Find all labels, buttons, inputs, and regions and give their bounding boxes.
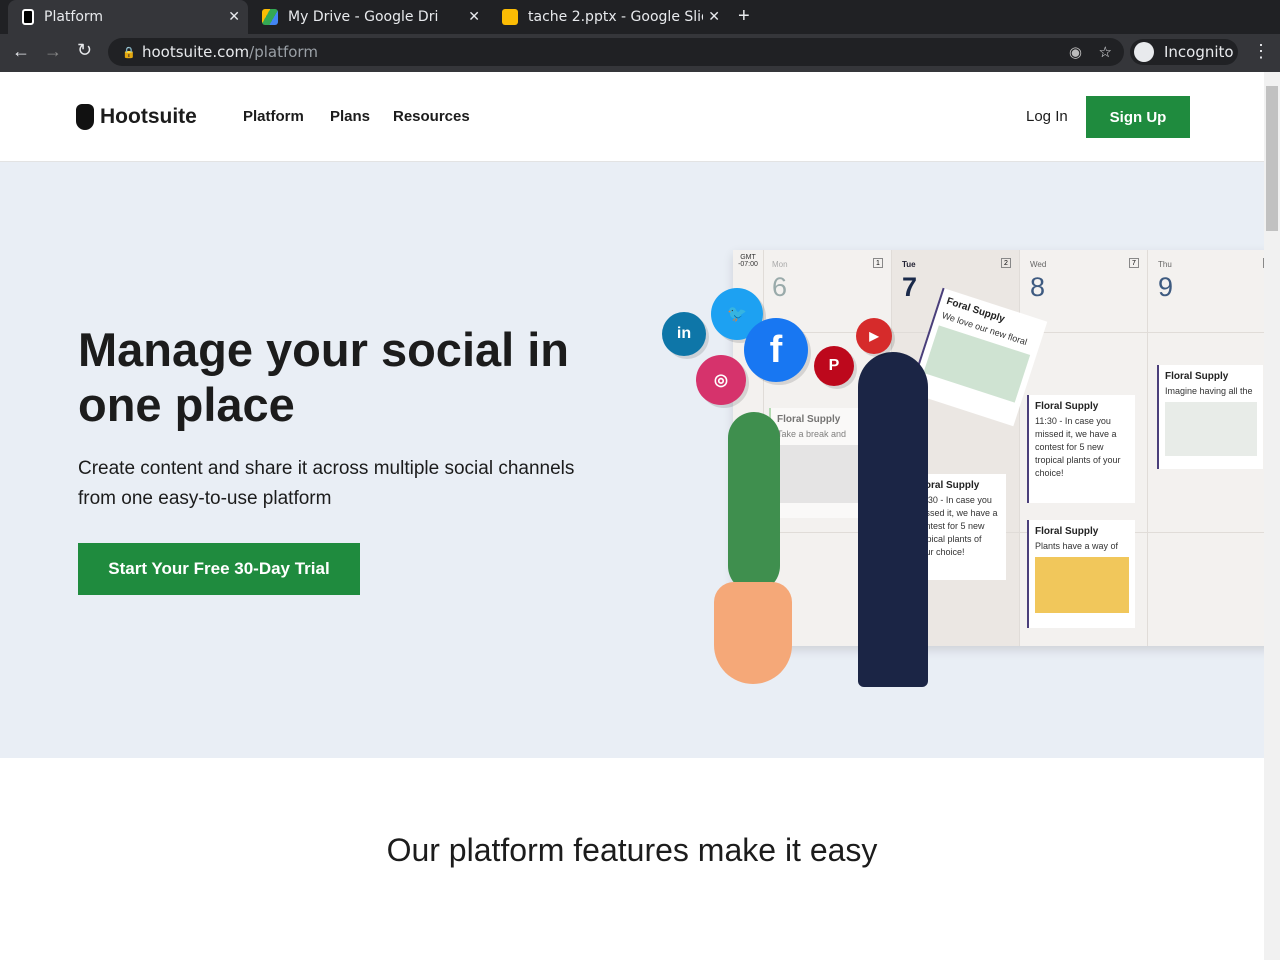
day-number: 9 (1158, 272, 1174, 302)
tab-google-slides[interactable]: tache 2.pptx - Google Slides ✕ (488, 0, 728, 34)
post-text: Take a break and (777, 429, 847, 439)
nav-plans[interactable]: Plans (330, 108, 370, 125)
bookmark-star-icon[interactable]: ☆ (1099, 43, 1112, 61)
post-card: Floral Supply Imagine having all the (1157, 365, 1263, 469)
hero-subtitle: Create content and share it across multi… (78, 458, 575, 509)
post-account: Floral Supply (1165, 371, 1229, 382)
instagram-icon: ◎ (696, 355, 746, 405)
close-tab-icon[interactable]: ✕ (708, 9, 720, 25)
url-path: /platform (249, 43, 318, 61)
nav-resources[interactable]: Resources (393, 108, 470, 125)
tab-title: My Drive - Google Drive (288, 9, 438, 25)
pinterest-icon: P (814, 346, 854, 386)
post-card: Floral Supply Plants have a way of (1027, 520, 1135, 628)
toolbar: ← → ↻ 🔒 hootsuite.com/platform ◉ ☆ Incognit… (0, 34, 1280, 72)
plant-illustration (728, 412, 780, 592)
post-text: 11:30 - In case you missed it, we have a… (1035, 416, 1121, 478)
day-name: Thu (1158, 260, 1172, 269)
nav-platform[interactable]: Platform (243, 108, 304, 125)
linkedin-icon: in (662, 312, 706, 356)
new-tab-icon[interactable]: + (738, 5, 750, 28)
free-trial-button[interactable]: Start Your Free 30-Day Trial (78, 543, 360, 595)
tab-title: tache 2.pptx - Google Slides (528, 9, 703, 25)
post-account: Floral Supply (1035, 526, 1099, 537)
scrollbar-thumb[interactable] (1266, 86, 1278, 231)
hero-section: Manage your social in one place Create c… (0, 162, 1264, 758)
owl-icon (76, 104, 94, 130)
facebook-icon: f (744, 318, 808, 382)
tab-google-drive[interactable]: My Drive - Google Drive ✕ (248, 0, 488, 34)
tab-platform[interactable]: Platform ✕ (8, 0, 248, 34)
site-header: Hootsuite Platform Plans Resources Log I… (0, 72, 1264, 162)
menu-kebab-icon[interactable]: ⋮ (1252, 41, 1270, 62)
lock-icon: 🔒 (122, 45, 136, 59)
day-name: Wed (1030, 260, 1047, 269)
day-name: Mon (772, 260, 788, 269)
forward-icon[interactable]: → (44, 41, 62, 62)
post-card: Floral Supply 11:30 - In case you missed … (1027, 395, 1135, 503)
close-tab-icon[interactable]: ✕ (468, 9, 480, 25)
profile-label: Incognito (1164, 43, 1234, 61)
post-account: Floral Supply (1035, 401, 1099, 412)
slides-favicon-icon (502, 9, 518, 25)
calendar-illustration: GMT -07:00 Mon61 Tue72 Wed87 Thu92 Flora… (733, 250, 1264, 646)
person-illustration (858, 352, 928, 687)
vase-illustration (714, 582, 792, 684)
post-text: Imagine having all the (1165, 386, 1253, 396)
tab-bar: Platform ✕ My Drive - Google Drive ✕ tache… (0, 0, 1280, 34)
incognito-icon (1134, 42, 1154, 62)
day-number: 6 (772, 272, 788, 302)
timezone-label: GMT -07:00 (738, 254, 758, 268)
login-link[interactable]: Log In (1026, 108, 1068, 125)
post-account: Floral Supply (916, 480, 980, 491)
tracking-blocked-icon[interactable]: ◉ (1069, 43, 1082, 61)
incognito-profile[interactable]: Incognito (1130, 39, 1238, 65)
day-name: Tue (902, 260, 916, 269)
reload-icon[interactable]: ↻ (77, 40, 92, 61)
hootsuite-favicon-icon (22, 9, 34, 25)
page: Hootsuite Platform Plans Resources Log I… (0, 72, 1264, 960)
post-count: 2 (1001, 258, 1011, 268)
post-count: 7 (1129, 258, 1139, 268)
day-number: 8 (1030, 272, 1046, 302)
post-count: 1 (873, 258, 883, 268)
address-bar[interactable]: 🔒 hootsuite.com/platform ◉ ☆ (108, 38, 1124, 66)
signup-button[interactable]: Sign Up (1086, 96, 1190, 138)
hero-title: Manage your social in one place (78, 323, 570, 431)
features-heading: Our platform features make it easy (386, 832, 878, 868)
day-number: 7 (902, 272, 918, 302)
back-icon[interactable]: ← (12, 41, 30, 62)
url-host: hootsuite.com (142, 43, 250, 61)
tab-title: Platform (44, 9, 104, 25)
drive-favicon-icon (262, 9, 278, 25)
post-text: 11:30 - In case you missed it, we have a… (916, 495, 998, 557)
brand-name: Hootsuite (100, 105, 197, 128)
hootsuite-logo[interactable]: Hootsuite (76, 104, 197, 130)
youtube-icon: ▶ (856, 318, 892, 354)
close-tab-icon[interactable]: ✕ (228, 9, 240, 25)
scrollbar[interactable] (1264, 72, 1280, 960)
post-text: Plants have a way of (1035, 541, 1119, 551)
